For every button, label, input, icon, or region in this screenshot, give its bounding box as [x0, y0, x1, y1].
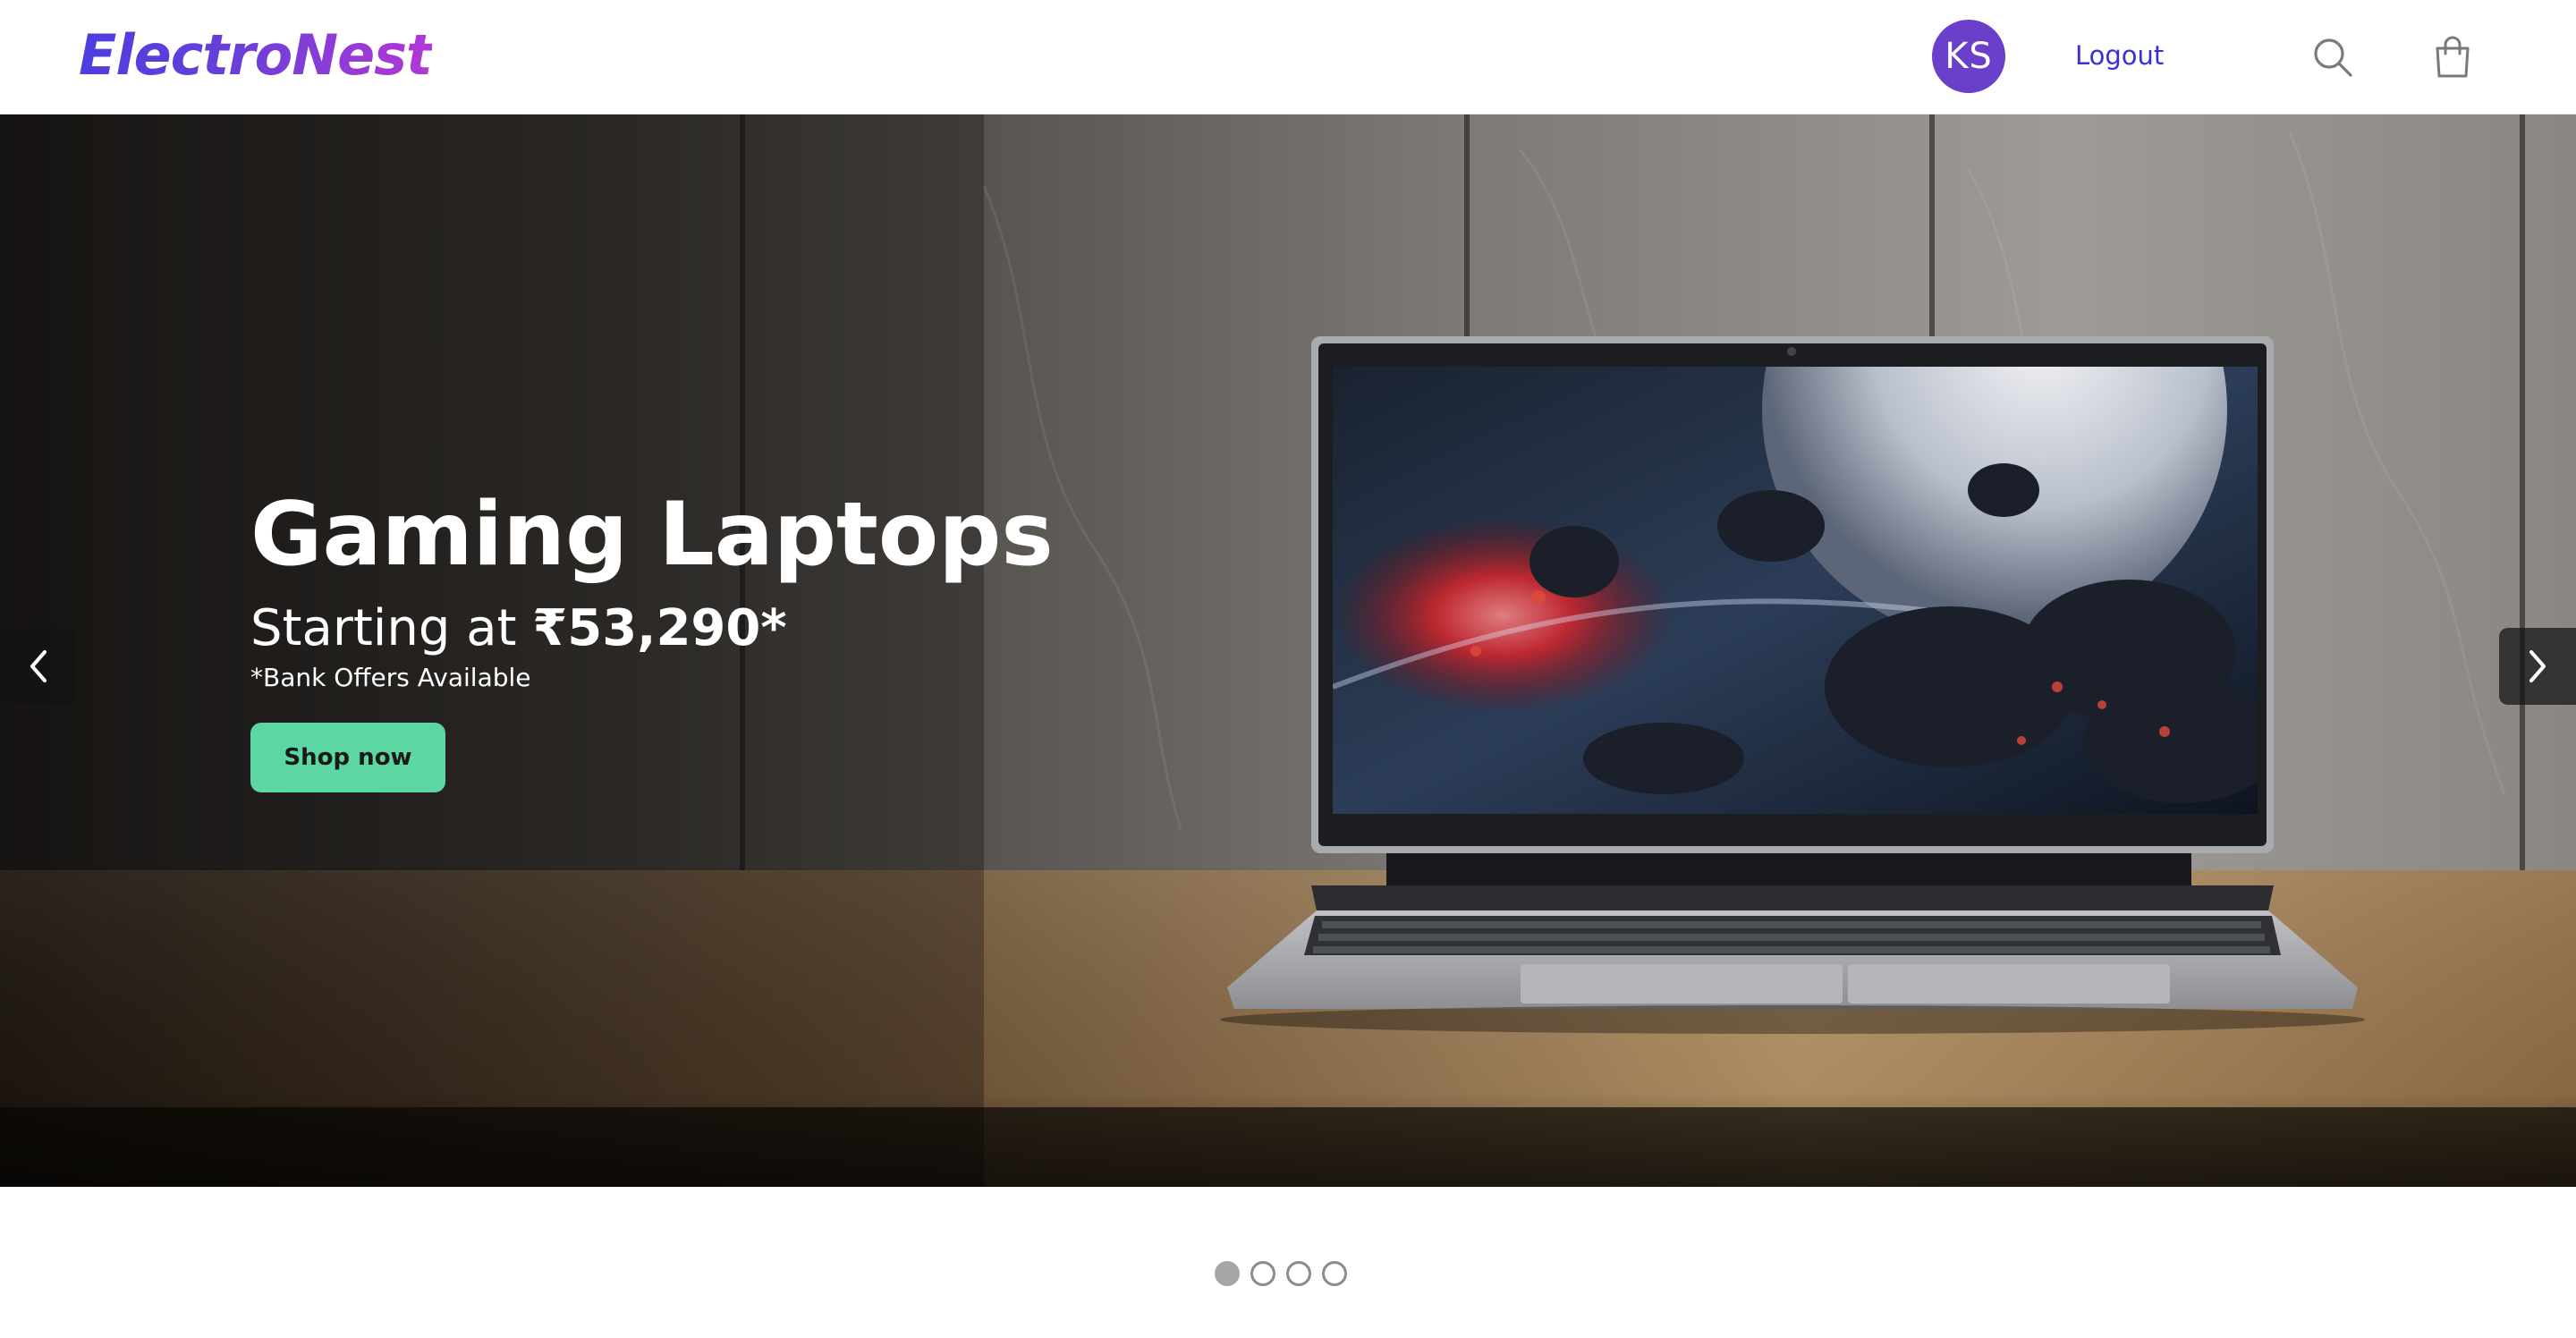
- cart-button[interactable]: [2428, 32, 2478, 82]
- hero-title: Gaming Laptops: [250, 484, 1054, 586]
- hero-subtitle: Starting at ₹53,290*: [250, 597, 1054, 660]
- hero-price: ₹53,290*: [532, 599, 787, 657]
- search-icon: [2314, 38, 2352, 77]
- carousel-next-button[interactable]: [2499, 628, 2576, 705]
- carousel-dot-2[interactable]: [1250, 1261, 1275, 1286]
- carousel-dot-3[interactable]: [1286, 1261, 1311, 1286]
- carousel-prev-button[interactable]: [0, 628, 77, 705]
- carousel-dot-1[interactable]: [1215, 1261, 1240, 1286]
- hero-subtitle-prefix: Starting at: [250, 599, 533, 657]
- carousel-indicators: [1215, 1261, 1347, 1286]
- user-avatar[interactable]: KS: [1932, 20, 2005, 93]
- site-header: ElectroNest KS Logout: [0, 0, 2576, 114]
- chevron-right-icon: [2529, 650, 2546, 682]
- hero-bank-offer-note: *Bank Offers Available: [250, 663, 531, 692]
- logout-link[interactable]: Logout: [2075, 34, 2164, 77]
- shop-now-button[interactable]: Shop now: [250, 723, 445, 792]
- search-button[interactable]: [2308, 32, 2358, 82]
- shopping-bag-icon: [2436, 36, 2470, 78]
- hero-carousel: Gaming Laptops Starting at ₹53,290* *Ban…: [0, 114, 2576, 1187]
- carousel-dot-4[interactable]: [1322, 1261, 1347, 1286]
- site-logo[interactable]: ElectroNest: [79, 20, 433, 91]
- hero-text-block: Gaming Laptops Starting at ₹53,290* *Ban…: [250, 481, 1054, 792]
- chevron-left-icon: [30, 650, 47, 682]
